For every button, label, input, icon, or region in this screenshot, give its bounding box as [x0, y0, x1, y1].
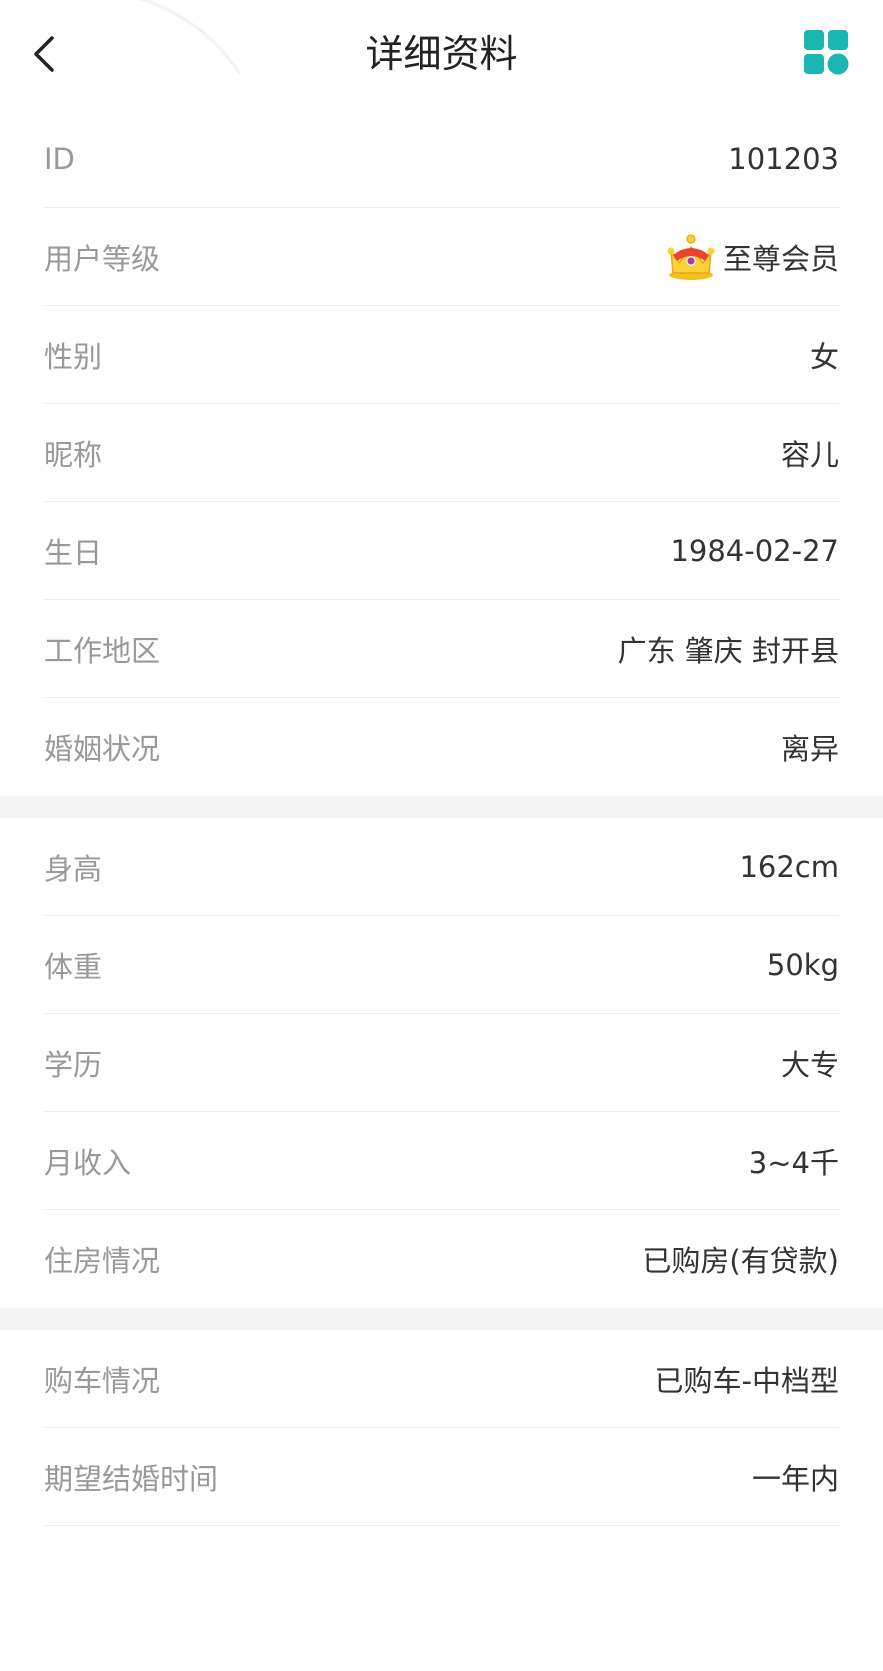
row-label: 性别 [44, 339, 103, 374]
row-value: 已购车-中档型 [654, 1363, 839, 1398]
row-label: 期望结婚时间 [44, 1461, 219, 1496]
row-value-wrapper: 至尊会员 [665, 233, 839, 281]
row-label: 购车情况 [44, 1363, 161, 1398]
info-row-education: 学历 大专 [44, 1014, 839, 1112]
grid-menu-button[interactable] [803, 29, 851, 77]
section-divider [0, 796, 883, 818]
info-row-weight: 体重 50kg [44, 916, 839, 1014]
row-label: 住房情况 [44, 1244, 161, 1278]
row-value: 已购房(有贷款) [642, 1244, 839, 1278]
row-value: 至尊会员 [722, 241, 839, 276]
row-label: 婚姻状况 [44, 732, 161, 766]
info-row-marriage-expectation: 期望结婚时间 一年内 [44, 1428, 839, 1526]
row-label: 用户等级 [44, 241, 161, 276]
row-value: 162cm [739, 849, 839, 884]
info-row-height: 身高 162cm [44, 818, 839, 916]
row-value: 1984-02-27 [670, 533, 839, 568]
row-value: 一年内 [751, 1461, 839, 1496]
info-row-car: 购车情况 已购车-中档型 [44, 1330, 839, 1428]
row-value: 离异 [780, 732, 839, 766]
row-value: 广东 肇庆 封开县 [617, 633, 839, 668]
row-label: 学历 [44, 1047, 103, 1082]
info-row-id: ID 101203 [44, 110, 839, 208]
row-label: 昵称 [44, 437, 103, 472]
info-row-nickname: 昵称 容儿 [44, 404, 839, 502]
info-row-housing: 住房情况 已购房(有贷款) [44, 1210, 839, 1308]
info-row-user-level: 用户等级 至尊会员 [44, 208, 839, 306]
row-label: 生日 [44, 535, 103, 570]
basic-info-section: ID 101203 用户等级 至尊会员 性别 女 昵称 容儿 生日 1984-0… [0, 110, 883, 796]
other-info-section: 购车情况 已购车-中档型 期望结婚时间 一年内 [0, 1330, 883, 1526]
row-value: 大专 [780, 1047, 839, 1082]
page-title: 详细资料 [365, 32, 518, 76]
row-label: ID [44, 141, 75, 176]
row-value: 50kg [766, 947, 839, 982]
row-label: 体重 [44, 949, 103, 984]
row-label: 身高 [44, 851, 103, 886]
info-row-monthly-income: 月收入 3~4千 [44, 1112, 839, 1210]
row-value: 101203 [728, 141, 839, 176]
info-row-birthday: 生日 1984-02-27 [44, 502, 839, 600]
physical-info-section: 身高 162cm 体重 50kg 学历 大专 月收入 3~4千 住房情况 已购房… [0, 818, 883, 1308]
top-bar: 详细资料 [0, 0, 883, 110]
crown-icon [667, 233, 715, 280]
info-row-gender: 性别 女 [44, 306, 839, 404]
info-row-marital-status: 婚姻状况 离异 [44, 698, 839, 796]
section-divider [0, 1308, 883, 1330]
row-value: 容儿 [780, 437, 839, 472]
row-value: 3~4千 [748, 1145, 839, 1180]
info-row-work-region: 工作地区 广东 肇庆 封开县 [44, 600, 839, 698]
row-label: 工作地区 [44, 633, 161, 668]
row-value: 女 [809, 339, 839, 374]
row-label: 月收入 [44, 1145, 132, 1180]
grid-icon [804, 30, 849, 75]
